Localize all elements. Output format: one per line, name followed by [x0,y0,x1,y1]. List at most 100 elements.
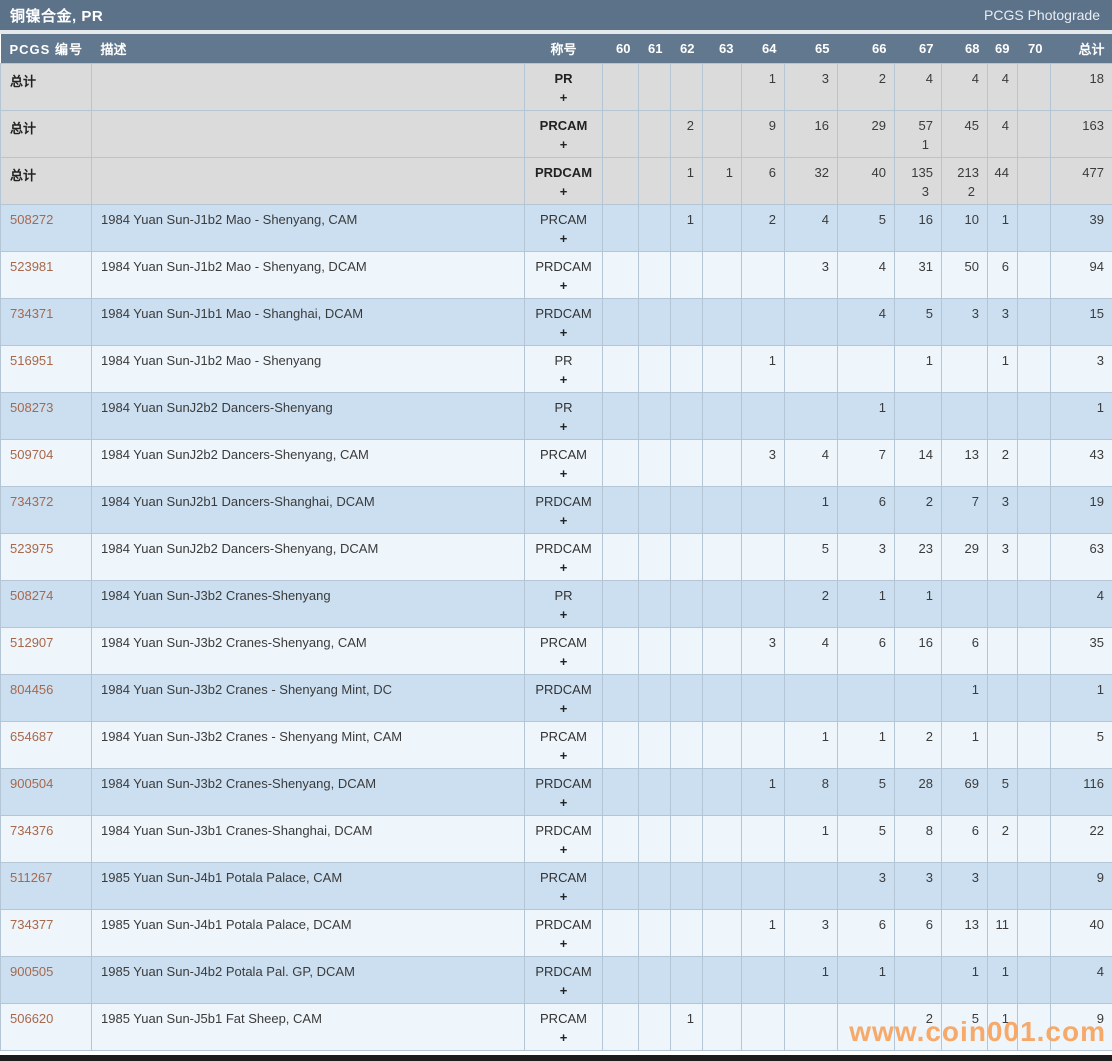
pcgs-number-link[interactable]: 654687 [10,729,53,744]
grade-63-cell [703,345,742,392]
grade-63-cell [703,956,742,1003]
totals-label: 总计 [1,63,92,110]
pcgs-number-link[interactable]: 508273 [10,400,53,415]
grade-62-cell [671,909,703,956]
grade-count: 1 [988,964,1009,979]
pcgs-number-link[interactable]: 516951 [10,353,53,368]
grade-count: 4 [942,71,979,86]
grade-count: 6 [942,635,979,650]
grade-65-cell: 8 [785,768,838,815]
designation-cell: PRCAM+ [525,439,603,486]
totals-label: 总计 [1,157,92,204]
pcgs-number-link[interactable]: 523975 [10,541,53,556]
grade-66-cell: 6 [838,486,895,533]
pcgs-number-link[interactable]: 511267 [10,870,52,885]
expand-plus-button[interactable]: + [525,748,602,763]
pcgs-number-link[interactable]: 734372 [10,494,53,509]
pcgs-number-link[interactable]: 804456 [10,682,53,697]
photograde-link[interactable]: PCGS Photograde [984,7,1100,23]
expand-plus-button[interactable]: + [525,795,602,810]
expand-plus-button[interactable]: + [525,654,602,669]
expand-plus-button[interactable]: + [525,184,602,199]
expand-plus-button[interactable]: + [525,137,602,152]
grade-62-cell [671,63,703,110]
grade-62-cell [671,251,703,298]
grade-70-cell [1018,533,1051,580]
expand-plus-button[interactable]: + [525,701,602,716]
grade-60-cell [603,815,639,862]
pcgs-number-link[interactable]: 508272 [10,212,53,227]
grade-65-cell [785,298,838,345]
expand-plus-button[interactable]: + [525,842,602,857]
grade-62-cell [671,674,703,721]
expand-plus-button[interactable]: + [525,560,602,575]
grade-count: 2 [742,212,776,227]
expand-plus-button[interactable]: + [525,1030,602,1045]
row-total-cell: 3 [1051,345,1112,392]
grade-count: 13 [942,447,979,462]
expand-plus-button[interactable]: + [525,278,602,293]
pcgs-number-link[interactable]: 734376 [10,823,53,838]
grade-62-cell [671,862,703,909]
grade-69-cell: 44 [988,157,1018,204]
pcgs-number-link[interactable]: 734371 [10,306,53,321]
grade-65-cell: 3 [785,909,838,956]
grade-count: 7 [838,447,886,462]
grade-66-cell: 4 [838,251,895,298]
grade-66-cell: 7 [838,439,895,486]
grade-70-cell [1018,580,1051,627]
expand-plus-button[interactable]: + [525,607,602,622]
grade-66-cell: 1 [838,721,895,768]
grade-67-cell [895,392,942,439]
expand-plus-button[interactable]: + [525,90,602,105]
grade-67-cell: 28 [895,768,942,815]
grade-68-cell: 13 [942,909,988,956]
table-row: 5097041984 Yuan SunJ2b2 Dancers-Shenyang… [1,439,1112,486]
expand-plus-button[interactable]: + [525,889,602,904]
pcgs-number-link[interactable]: 512907 [10,635,53,650]
grade-63-cell [703,533,742,580]
pcgs-number-link[interactable]: 508274 [10,588,53,603]
pcgs-number-link[interactable]: 509704 [10,447,53,462]
grade-70-cell [1018,345,1051,392]
grade-62-cell [671,627,703,674]
grade-65-cell: 4 [785,204,838,251]
pcgs-number-link[interactable]: 506620 [10,1011,53,1026]
expand-plus-button[interactable]: + [525,466,602,481]
grade-count: 1 [785,729,829,744]
grade-69-cell: 4 [988,63,1018,110]
expand-plus-button[interactable]: + [525,325,602,340]
grade-64-cell [742,721,785,768]
grade-count: 44 [988,165,1009,180]
pcgs-number-link[interactable]: 900504 [10,776,53,791]
grade-count: 16 [895,212,933,227]
grade-61-cell [639,486,671,533]
totals-label: 总计 [1,110,92,157]
expand-plus-button[interactable]: + [525,983,602,998]
designation-label: PRDCAM [525,259,602,274]
grade-61-cell [639,768,671,815]
expand-plus-button[interactable]: + [525,936,602,951]
grade-62-cell: 1 [671,204,703,251]
totals-row: 总计PR+13244418 [1,63,1112,110]
column-header-total: 总计 [1051,34,1112,63]
pcgs-number-link[interactable]: 523981 [10,259,53,274]
designation-cell: PRDCAM+ [525,674,603,721]
grade-61-cell [639,909,671,956]
grade-69-cell [988,580,1018,627]
grade-63-cell [703,768,742,815]
pcgs-number-link[interactable]: 900505 [10,964,53,979]
grade-count: 135 [895,165,933,180]
description-cell: 1984 Yuan SunJ2b2 Dancers-Shenyang, DCAM [92,533,525,580]
grade-70-cell [1018,204,1051,251]
grade-60-cell [603,674,639,721]
grade-66-cell: 5 [838,815,895,862]
pcgs-number-link[interactable]: 734377 [10,917,53,932]
description-cell: 1984 Yuan Sun-J1b2 Mao - Shenyang, CAM [92,204,525,251]
expand-plus-button[interactable]: + [525,419,602,434]
expand-plus-button[interactable]: + [525,372,602,387]
expand-plus-button[interactable]: + [525,231,602,246]
grade-62-cell [671,439,703,486]
expand-plus-button[interactable]: + [525,513,602,528]
description-cell [92,110,525,157]
